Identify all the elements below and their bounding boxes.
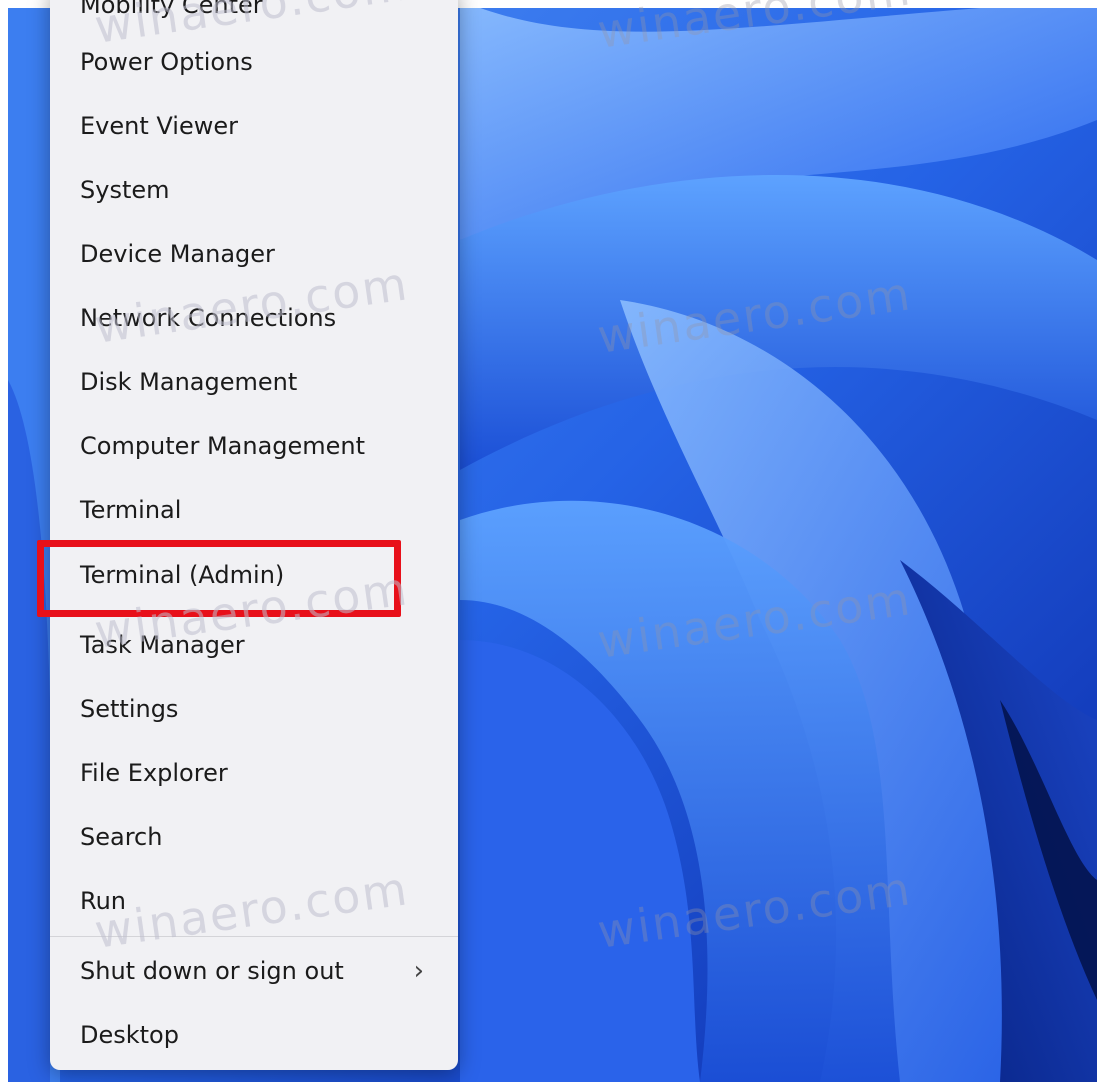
menu-item-run[interactable]: Run	[50, 872, 458, 930]
menu-item-label: Disk Management	[80, 368, 298, 396]
menu-item-label: Computer Management	[80, 432, 366, 460]
menu-item-label: File Explorer	[80, 759, 228, 787]
menu-item-label: System	[80, 176, 170, 204]
menu-item-computer-management[interactable]: Computer Management	[50, 417, 458, 475]
menu-item-terminal-admin[interactable]: Terminal (Admin)	[50, 546, 458, 604]
menu-item-power-options[interactable]: Power Options	[50, 33, 458, 91]
menu-item-label: Search	[80, 823, 163, 851]
menu-item-disk-management[interactable]: Disk Management	[50, 353, 458, 411]
chevron-right-icon: ›	[413, 956, 424, 986]
menu-item-terminal[interactable]: Terminal	[50, 481, 458, 539]
menu-item-mobility-center[interactable]: Mobility Center	[50, 0, 458, 34]
menu-item-label: Shut down or sign out	[80, 957, 344, 985]
menu-item-settings[interactable]: Settings	[50, 680, 458, 738]
menu-item-file-explorer[interactable]: File Explorer	[50, 744, 458, 802]
menu-item-label: Run	[80, 887, 127, 915]
winx-context-menu: Mobility Center Power Options Event View…	[50, 0, 458, 1070]
menu-item-search[interactable]: Search	[50, 808, 458, 866]
menu-item-task-manager[interactable]: Task Manager	[50, 616, 458, 674]
image-border-left	[0, 0, 8, 1082]
menu-item-label: Desktop	[80, 1021, 179, 1049]
menu-item-label: Terminal (Admin)	[80, 561, 285, 589]
menu-item-event-viewer[interactable]: Event Viewer	[50, 97, 458, 155]
menu-item-label: Device Manager	[80, 240, 275, 268]
menu-item-system[interactable]: System	[50, 161, 458, 219]
menu-item-label: Event Viewer	[80, 112, 238, 140]
menu-item-shut-down-or-sign-out[interactable]: Shut down or sign out ›	[50, 942, 458, 1000]
menu-separator	[50, 936, 458, 937]
menu-item-label: Terminal	[80, 496, 182, 524]
menu-item-network-connections[interactable]: Network Connections	[50, 289, 458, 347]
menu-item-label: Task Manager	[80, 631, 245, 659]
menu-item-label: Power Options	[80, 48, 253, 76]
menu-item-desktop[interactable]: Desktop	[50, 1006, 458, 1064]
menu-item-label: Mobility Center	[80, 0, 263, 19]
menu-item-label: Network Connections	[80, 304, 337, 332]
menu-item-label: Settings	[80, 695, 179, 723]
menu-item-device-manager[interactable]: Device Manager	[50, 225, 458, 283]
